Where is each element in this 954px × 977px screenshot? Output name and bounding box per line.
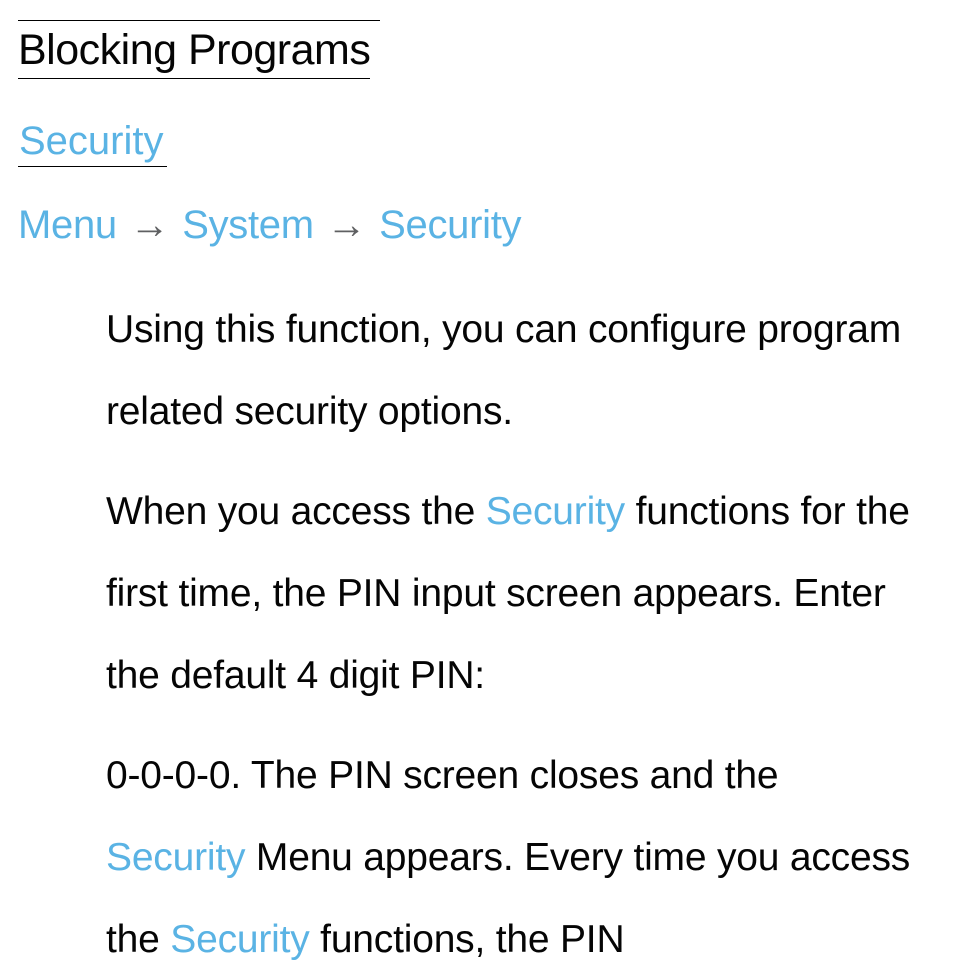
breadcrumb: Menu → System → Security — [18, 203, 936, 247]
section-heading: Security — [18, 119, 167, 167]
security-link: Security — [486, 490, 625, 533]
document-page: Blocking Programs Security Menu → System… — [0, 0, 954, 977]
text-run: When you access the — [106, 490, 486, 533]
paragraph-3: 0-0-0-0. The PIN screen closes and the S… — [106, 735, 916, 977]
title-rule — [18, 20, 380, 21]
body-text: Using this function, you can configure p… — [18, 289, 936, 977]
section-heading-wrap: Security — [18, 119, 936, 167]
security-link: Security — [170, 918, 309, 961]
text-run: 0-0-0-0. The PIN screen closes and the — [106, 754, 778, 797]
text-run: functions, the PIN — [310, 918, 625, 961]
breadcrumb-item-security: Security — [379, 203, 521, 247]
paragraph-2: When you access the Security functions f… — [106, 471, 916, 717]
breadcrumb-item-menu: Menu — [18, 203, 117, 247]
paragraph-1: Using this function, you can configure p… — [106, 289, 916, 453]
breadcrumb-separator: → — [128, 203, 172, 247]
security-link: Security — [106, 836, 245, 879]
page-title: Blocking Programs — [18, 27, 370, 79]
breadcrumb-separator: → — [325, 203, 369, 247]
breadcrumb-item-system: System — [182, 203, 314, 247]
